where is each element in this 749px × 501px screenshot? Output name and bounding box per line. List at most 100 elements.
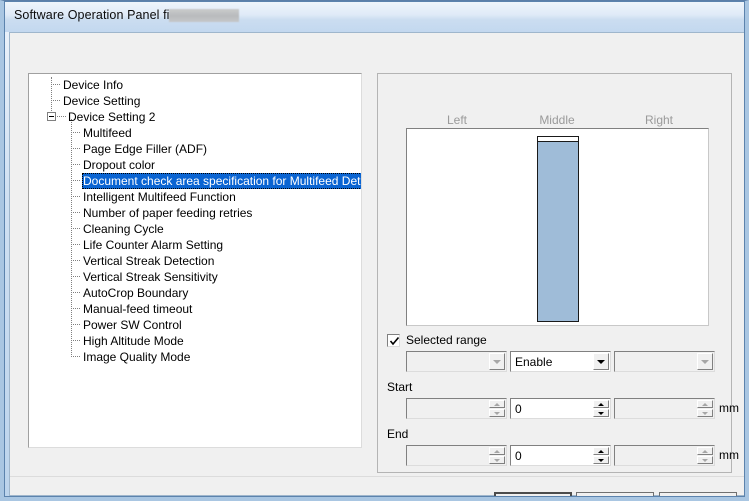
tree-item-label: Device Setting 2 xyxy=(68,110,156,124)
tree-item[interactable]: High Altitude Mode xyxy=(29,333,361,349)
spin-down-button xyxy=(489,456,505,464)
checkmark-icon xyxy=(389,336,400,346)
tree-item[interactable]: Life Counter Alarm Setting xyxy=(29,237,361,253)
tree-item-label: High Altitude Mode xyxy=(83,334,184,348)
mode-select-left-arrow-button xyxy=(489,353,505,370)
tree-item[interactable]: Intelligent Multifeed Function xyxy=(29,189,361,205)
tree-item[interactable]: Document check area specification for Mu… xyxy=(29,173,361,189)
tree-item-label: Multifeed xyxy=(83,126,132,140)
start-right-spin-buttons xyxy=(697,400,713,417)
mode-select-middle-value: Enable xyxy=(515,355,553,369)
triangle-up-icon xyxy=(494,403,500,406)
tree-item-label: Power SW Control xyxy=(83,318,182,332)
ok-button[interactable]: OK xyxy=(494,492,572,497)
column-header-right: Right xyxy=(644,113,673,127)
spin-up-button xyxy=(697,447,713,455)
tree-connector-dash xyxy=(71,356,80,357)
apply-label-post: ) xyxy=(719,497,723,501)
mode-select-middle-arrow-button[interactable] xyxy=(593,353,609,370)
tree-item[interactable]: Multifeed xyxy=(29,125,361,141)
settings-tree[interactable]: Device Info Device Setting Device Setting … xyxy=(28,73,362,448)
selected-range-bar xyxy=(537,136,579,322)
tree-item[interactable]: Vertical Streak Detection xyxy=(29,253,361,269)
tree-item-label: Device Setting xyxy=(63,94,141,108)
tree-item[interactable]: Vertical Streak Sensitivity xyxy=(29,269,361,285)
tree-item-label: Dropout color xyxy=(83,158,156,172)
tree-connector-dash xyxy=(71,212,80,213)
range-bar-top-strip xyxy=(538,137,578,142)
tree-connector-dash xyxy=(71,308,80,309)
tree-connector-dash xyxy=(71,180,80,181)
triangle-up-icon xyxy=(702,403,708,406)
tree-connector-dash xyxy=(71,132,80,133)
tree-item-label: Vertical Streak Sensitivity xyxy=(83,270,218,284)
tree-connector-dash xyxy=(57,116,66,117)
start-right-spinner xyxy=(614,398,715,419)
spin-down-button xyxy=(697,409,713,417)
tree-item[interactable]: Number of paper feeding retries xyxy=(29,205,361,221)
tree-item[interactable]: Device Setting 2 xyxy=(29,109,361,125)
end-left-spinner xyxy=(406,445,507,466)
tree-item-label: Manual-feed timeout xyxy=(83,302,193,316)
selected-range-checkbox[interactable] xyxy=(387,334,400,347)
chevron-down-icon xyxy=(701,360,709,364)
end-left-spin-buttons xyxy=(489,447,505,464)
tree-item[interactable]: AutoCrop Boundary xyxy=(29,285,361,301)
tree-item-label: Intelligent Multifeed Function xyxy=(83,190,236,204)
tree-item[interactable]: Dropout color xyxy=(29,157,361,173)
triangle-down-icon xyxy=(494,412,500,415)
tree-connector-dash xyxy=(71,164,80,165)
tree-expander-minus-icon[interactable] xyxy=(47,112,56,121)
end-middle-spin-buttons[interactable] xyxy=(593,447,609,464)
mode-select-middle[interactable]: Enable xyxy=(510,351,611,372)
tree-item-label: Number of paper feeding retries xyxy=(83,206,253,220)
tree-connector-dash xyxy=(71,228,80,229)
tree-connector-dash xyxy=(71,196,80,197)
tree-connector-dash xyxy=(71,260,80,261)
tree-item-label-selected: Document check area specification for Mu… xyxy=(82,173,361,189)
tree-item-label: Cleaning Cycle xyxy=(83,222,164,236)
tree-connector-dash xyxy=(71,244,80,245)
end-middle-value: 0 xyxy=(515,449,522,463)
tree-connector-dash xyxy=(71,292,80,293)
apply-button[interactable]: Apply (A) xyxy=(659,492,737,501)
tree-item[interactable]: Device Setting xyxy=(29,93,361,109)
mode-select-left xyxy=(406,351,507,372)
tree-item[interactable]: Manual-feed timeout xyxy=(29,301,361,317)
spin-up-button[interactable] xyxy=(593,400,609,408)
start-middle-value: 0 xyxy=(515,402,522,416)
tree-item[interactable]: Power SW Control xyxy=(29,317,361,333)
redacted-model-name xyxy=(169,9,239,22)
tree-connector-dash xyxy=(51,84,60,85)
footer-separator xyxy=(10,476,745,477)
spin-down-button xyxy=(489,409,505,417)
spin-down-button[interactable] xyxy=(593,409,609,417)
triangle-up-icon xyxy=(598,403,604,406)
end-label: End xyxy=(387,427,409,441)
dialog-client-area: Device Info Device Setting Device Setting … xyxy=(9,32,745,497)
tree-item[interactable]: Page Edge Filler (ADF) xyxy=(29,141,361,157)
column-header-middle: Middle xyxy=(539,113,575,127)
end-unit-label: mm xyxy=(719,448,739,462)
spin-up-button xyxy=(489,447,505,455)
end-middle-spinner[interactable]: 0 xyxy=(510,445,611,466)
window-title: Software Operation Panel fi- xyxy=(14,8,174,22)
tree-item[interactable]: Cleaning Cycle xyxy=(29,221,361,237)
cancel-button[interactable]: Cancel xyxy=(576,492,654,497)
chevron-down-icon xyxy=(493,360,501,364)
triangle-up-icon xyxy=(598,450,604,453)
start-label: Start xyxy=(387,380,413,394)
tree-item[interactable]: Image Quality Mode xyxy=(29,349,361,365)
start-middle-spinner[interactable]: 0 xyxy=(510,398,611,419)
mode-select-right xyxy=(614,351,715,372)
triangle-down-icon xyxy=(598,459,604,462)
triangle-down-icon xyxy=(702,459,708,462)
tree-item[interactable]: Device Info xyxy=(29,77,361,93)
start-middle-spin-buttons[interactable] xyxy=(593,400,609,417)
title-bar[interactable]: Software Operation Panel fi- xyxy=(4,1,745,32)
spin-down-button[interactable] xyxy=(593,456,609,464)
apply-accelerator-key: A xyxy=(711,497,719,501)
spin-up-button[interactable] xyxy=(593,447,609,455)
tree-item-label: AutoCrop Boundary xyxy=(83,286,189,300)
spin-up-button xyxy=(697,400,713,408)
